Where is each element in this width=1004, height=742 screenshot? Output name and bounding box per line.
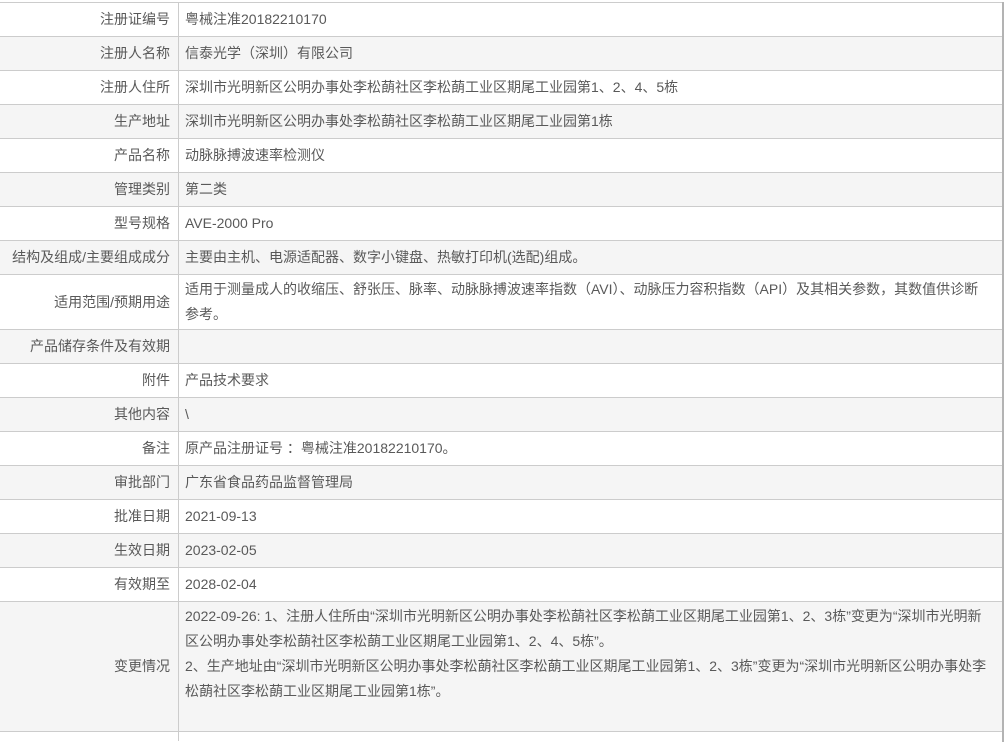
row-storage-validity: 产品储存条件及有效期 xyxy=(0,330,1002,364)
row-value: \ xyxy=(179,398,1002,431)
row-approval-department: 审批部门 广东省食品药品监督管理局 xyxy=(0,466,1002,500)
row-value: 2022-09-26: 1、注册人住所由“深圳市光明新区公明办事处李松蓢社区李松… xyxy=(179,602,1002,731)
row-cert-number: 注册证编号 粤械注准20182210170 xyxy=(0,3,1002,37)
row-value: 信泰光学（深圳）有限公司 xyxy=(179,37,1002,70)
row-value: 主要由主机、电源适配器、数字小键盘、热敏打印机(选配)组成。 xyxy=(179,241,1002,274)
row-model-spec: 型号规格 AVE-2000 Pro xyxy=(0,207,1002,241)
row-structure-composition: 结构及组成/主要组成成分 主要由主机、电源适配器、数字小键盘、热敏打印机(选配)… xyxy=(0,241,1002,275)
row-label: 管理类别 xyxy=(0,173,179,206)
row-label: 生效日期 xyxy=(0,534,179,567)
row-label: 生产地址 xyxy=(0,105,179,138)
registration-detail-page: { "colors": { "text": "#595959", "border… xyxy=(0,2,1004,742)
row-other-content: 其他内容 \ xyxy=(0,398,1002,432)
row-value: 第二类 xyxy=(179,173,1002,206)
row-remarks: 备注 原产品注册证号 ：粤械注准20182210170。 xyxy=(0,432,1002,466)
row-approval-date: 批准日期 2021-09-13 xyxy=(0,500,1002,534)
row-value: 2028-02-04 xyxy=(179,568,1002,601)
row-value: 2023-02-05 xyxy=(179,534,1002,567)
row-label: 注册人住所 xyxy=(0,71,179,104)
row-value: 原产品注册证号 ：粤械注准20182210170。 xyxy=(179,432,1002,465)
row-value: 深圳市光明新区公明办事处李松蓢社区李松蓢工业区期尾工业园第1、2、4、5栋 xyxy=(179,71,1002,104)
row-label: 其他内容 xyxy=(0,398,179,431)
row-label: 产品名称 xyxy=(0,139,179,172)
row-label: 结构及组成/主要组成成分 xyxy=(0,241,179,274)
row-value: 深圳市光明新区公明办事处李松蓢社区李松蓢工业区期尾工业园第1栋 xyxy=(179,105,1002,138)
row-label: 注册证编号 xyxy=(0,3,179,36)
row-label: 型号规格 xyxy=(0,207,179,240)
row-value: 粤械注准20182210170 xyxy=(179,3,1002,36)
row-label: 产品储存条件及有效期 xyxy=(0,330,179,363)
row-label: 变更情况 xyxy=(0,602,179,731)
row-label: 有效期至 xyxy=(0,568,179,601)
row-effective-date: 生效日期 2023-02-05 xyxy=(0,534,1002,568)
row-value xyxy=(179,330,1002,363)
row-value: 广东省食品药品监督管理局 xyxy=(179,466,1002,499)
row-value: 适用于测量成人的收缩压、舒张压、脉率、动脉脉搏波速率指数（AVI）、动脉压力容积… xyxy=(179,275,1002,329)
row-expiry-date: 有效期至 2028-02-04 xyxy=(0,568,1002,602)
row-attachment: 附件 产品技术要求 xyxy=(0,364,1002,398)
row-value: AVE-2000 Pro xyxy=(179,207,1002,240)
row-registrant-address: 注册人住所 深圳市光明新区公明办事处李松蓢社区李松蓢工业区期尾工业园第1、2、4… xyxy=(0,71,1002,105)
row-production-address: 生产地址 深圳市光明新区公明办事处李松蓢社区李松蓢工业区期尾工业园第1栋 xyxy=(0,105,1002,139)
row-label: 批准日期 xyxy=(0,500,179,533)
row-label: 审批部门 xyxy=(0,466,179,499)
row-label: 附件 xyxy=(0,364,179,397)
row-value: 2021-09-13 xyxy=(179,500,1002,533)
row-value: 产品技术要求 xyxy=(179,364,1002,397)
row-registrant-name: 注册人名称 信泰光学（深圳）有限公司 xyxy=(0,37,1002,71)
row-change-history: 变更情况 2022-09-26: 1、注册人住所由“深圳市光明新区公明办事处李松… xyxy=(0,602,1002,732)
row-intended-use: 适用范围/预期用途 适用于测量成人的收缩压、舒张压、脉率、动脉脉搏波速率指数（A… xyxy=(0,275,1002,330)
row-label: 备注 xyxy=(0,432,179,465)
row-management-class: 管理类别 第二类 xyxy=(0,173,1002,207)
registration-detail-table: 注册证编号 粤械注准20182210170 注册人名称 信泰光学（深圳）有限公司… xyxy=(0,2,1002,741)
row-label: 注册人名称 xyxy=(0,37,179,70)
row-value: 动脉脉搏波速率检测仪 xyxy=(179,139,1002,172)
row-label: 适用范围/预期用途 xyxy=(0,275,179,329)
row-product-name: 产品名称 动脉脉搏波速率检测仪 xyxy=(0,139,1002,173)
